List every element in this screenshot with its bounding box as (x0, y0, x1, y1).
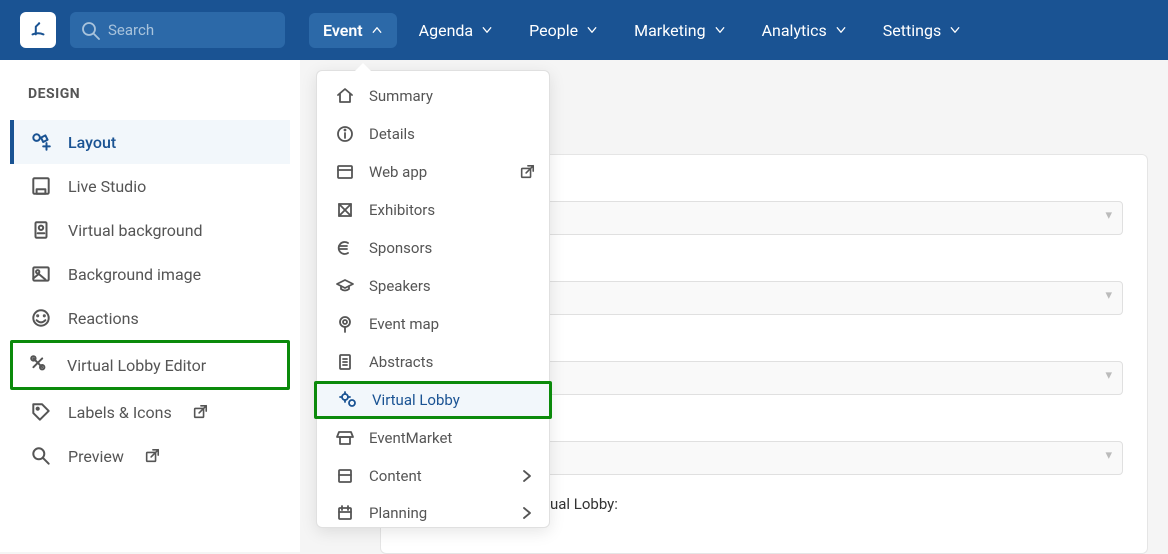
image-icon (30, 263, 52, 285)
dropdown-item-summary[interactable]: Summary (317, 77, 549, 115)
nav-label: Event (323, 21, 363, 40)
nav-analytics[interactable]: Analytics (748, 13, 861, 48)
dropdown-item-label: Summary (369, 87, 433, 105)
magnify-icon (30, 445, 52, 467)
nav-settings[interactable]: Settings (869, 13, 975, 48)
chevron-right-icon (519, 505, 535, 521)
sidebar-item-preview[interactable]: Preview (10, 434, 290, 478)
gears-icon (338, 390, 358, 410)
sidebar-item-label: Preview (68, 447, 124, 466)
plan-icon (335, 503, 355, 522)
chevron-up-icon (371, 24, 383, 36)
chevron-down-icon (949, 24, 961, 36)
sidebar-item-live-studio[interactable]: Live Studio (10, 164, 290, 208)
chevron-down-icon (835, 24, 847, 36)
sidebar-item-labels-icons[interactable]: Labels & Icons (10, 390, 290, 434)
dropdown-item-label: EventMarket (369, 429, 452, 447)
chevron-down-icon (481, 24, 493, 36)
sidebar-item-reactions[interactable]: Reactions (10, 296, 290, 340)
reaction-icon (30, 307, 52, 329)
nav-label: Marketing (634, 21, 705, 40)
external-link-icon (144, 448, 160, 464)
chevron-right-icon (519, 468, 535, 484)
logo[interactable] (20, 12, 56, 48)
cap-icon (335, 276, 355, 296)
dropdown-item-abstracts[interactable]: Abstracts (317, 343, 549, 381)
external-link-icon (519, 164, 535, 180)
nav-label: Agenda (419, 21, 473, 40)
dropdown-item-eventmarket[interactable]: EventMarket (317, 419, 549, 457)
euro-icon (335, 238, 355, 258)
dropdown-item-label: Details (369, 125, 415, 143)
dropdown-item-label: Speakers (369, 277, 431, 295)
sidebar-item-label: Labels & Icons (68, 403, 172, 422)
sidebar-heading: DESIGN (10, 86, 290, 102)
doc-icon (335, 352, 355, 372)
sidebar: DESIGN Layout Live Studio Virtual backgrou… (0, 60, 300, 552)
nav-people[interactable]: People (515, 13, 612, 48)
info-icon (335, 124, 355, 144)
sidebar-item-virtual-lobby-editor[interactable]: Virtual Lobby Editor (10, 340, 290, 390)
sidebar-item-layout[interactable]: Layout (10, 120, 290, 164)
dropdown-item-label: Web app (369, 163, 427, 181)
dropdown-item-event-map[interactable]: Event map (317, 305, 549, 343)
external-link-icon (192, 404, 208, 420)
sidebar-item-label: Virtual background (68, 221, 203, 240)
dropdown-item-label: Abstracts (369, 353, 433, 371)
sidebar-item-label: Background image (68, 265, 201, 284)
dropdown-item-web-app[interactable]: Web app (317, 153, 549, 191)
event-dropdown: Summary Details Web app Exhibitors Sponsors S… (316, 70, 550, 528)
window-icon (335, 162, 355, 182)
layout-icon (30, 131, 52, 153)
dropdown-item-label: Event map (369, 315, 439, 333)
sidebar-item-background-image[interactable]: Background image (10, 252, 290, 296)
store-icon (335, 428, 355, 448)
top-nav: Event Agenda People Marketing Analytics Setti… (309, 13, 975, 48)
booth-icon (335, 200, 355, 220)
sidebar-item-label: Layout (68, 133, 116, 152)
studio-icon (30, 175, 52, 197)
badge-icon (30, 219, 52, 241)
nav-agenda[interactable]: Agenda (405, 13, 507, 48)
dropdown-item-label: Sponsors (369, 239, 432, 257)
search-input[interactable] (70, 12, 285, 48)
nav-label: Analytics (762, 21, 827, 40)
dropdown-item-planning[interactable]: Planning (317, 495, 549, 521)
dropdown-item-label: Content (369, 467, 422, 485)
dropdown-item-sponsors[interactable]: Sponsors (317, 229, 549, 267)
nav-label: Settings (883, 21, 941, 40)
dropdown-item-virtual-lobby[interactable]: Virtual Lobby (314, 381, 552, 419)
sidebar-item-label: Virtual Lobby Editor (67, 356, 206, 375)
dropdown-item-label: Planning (369, 504, 427, 522)
content-icon (335, 466, 355, 486)
search-icon (80, 20, 100, 40)
home-icon (335, 86, 355, 106)
dropdown-item-speakers[interactable]: Speakers (317, 267, 549, 305)
pin-icon (335, 314, 355, 334)
nav-label: People (529, 21, 578, 40)
search-box (70, 12, 285, 48)
nav-event[interactable]: Event (309, 13, 397, 48)
sidebar-item-label: Reactions (68, 309, 139, 328)
chevron-down-icon (714, 24, 726, 36)
topbar: Event Agenda People Marketing Analytics Setti… (0, 0, 1168, 60)
dropdown-item-content[interactable]: Content (317, 457, 549, 495)
sidebar-item-label: Live Studio (68, 177, 146, 196)
sidebar-item-virtual-background[interactable]: Virtual background (10, 208, 290, 252)
nav-marketing[interactable]: Marketing (620, 13, 739, 48)
dropdown-item-details[interactable]: Details (317, 115, 549, 153)
dropdown-item-label: Virtual Lobby (372, 391, 460, 409)
tag-icon (30, 401, 52, 423)
tools-icon (29, 354, 51, 376)
dropdown-item-exhibitors[interactable]: Exhibitors (317, 191, 549, 229)
dropdown-item-label: Exhibitors (369, 201, 435, 219)
chevron-down-icon (586, 24, 598, 36)
